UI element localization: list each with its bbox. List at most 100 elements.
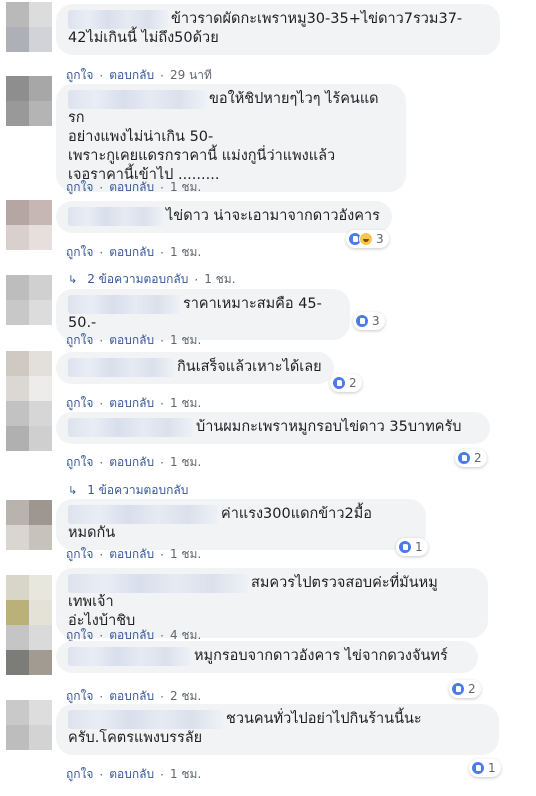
comment-text: หมูกรอบจากดาวอังคาร ไข่จากดวงจันทร์: [194, 648, 448, 664]
commenter-name[interactable]: [68, 207, 163, 226]
separator: ·: [99, 68, 104, 83]
comment-bubble: บ้านผมกะเพราหมูกรอบไข่ดาว 35บาทครับ: [56, 412, 490, 444]
reaction-count[interactable]: 1: [396, 538, 428, 556]
avatar[interactable]: [6, 76, 52, 126]
comment-actions: ถูกใจ · ตอบกลับ · 1 ชม.: [66, 331, 201, 350]
reaction-number: 3: [376, 232, 384, 246]
avatar[interactable]: [6, 2, 52, 52]
like-link[interactable]: ถูกใจ: [66, 453, 93, 472]
like-reaction-icon: [355, 314, 369, 328]
comment-bubble: หมูกรอบจากดาวอังคาร ไข่จากดวงจันทร์: [56, 641, 478, 673]
comment-actions: ถูกใจ · ตอบกลับ · 1 ชม.: [66, 545, 201, 564]
reaction-count[interactable]: 2: [449, 680, 481, 698]
like-link[interactable]: ถูกใจ: [66, 178, 93, 197]
commenter-name[interactable]: [68, 574, 248, 593]
separator: ·: [160, 689, 164, 704]
avatar[interactable]: [6, 351, 52, 401]
separator: ·: [99, 396, 104, 411]
reply-link[interactable]: ตอบกลับ: [109, 178, 154, 197]
comment-bubble: ค่าแรง300แดกข้าว2มื้อหมดกัน: [56, 499, 426, 550]
reply-link[interactable]: ตอบกลับ: [109, 243, 154, 262]
comment-thread: ข้าวราดผัดกะเพราหมู30-35+ไข่ดาว7รวม37- 4…: [0, 0, 536, 796]
comment-actions: ถูกใจ · ตอบกลับ · 1 ชม.: [66, 765, 201, 784]
replies-count-label[interactable]: 2 ข้อความตอบกลับ: [87, 270, 188, 289]
separator: ·: [160, 333, 164, 348]
like-reaction-icon: [457, 451, 471, 465]
avatar[interactable]: [6, 575, 52, 625]
reaction-number: 2: [349, 376, 357, 390]
avatar[interactable]: [6, 500, 52, 550]
commenter-name[interactable]: [68, 647, 191, 666]
separator: ·: [160, 455, 164, 470]
reply-link[interactable]: ตอบกลับ: [109, 66, 154, 85]
separator: ·: [160, 180, 164, 195]
commenter-name[interactable]: [68, 90, 206, 109]
commenter-name[interactable]: [68, 418, 193, 437]
commenter-name[interactable]: [68, 505, 218, 524]
haha-reaction-icon: [359, 232, 373, 246]
reply-link[interactable]: ตอบกลับ: [109, 453, 154, 472]
separator: ·: [194, 272, 199, 287]
separator: ·: [99, 689, 104, 704]
like-link[interactable]: ถูกใจ: [66, 394, 93, 413]
reaction-number: 2: [468, 682, 476, 696]
like-link[interactable]: ถูกใจ: [66, 243, 93, 262]
comment-timestamp: 1 ชม.: [169, 767, 202, 781]
comment-timestamp: 1 ชม.: [169, 180, 202, 194]
avatar[interactable]: [6, 401, 52, 451]
comment-timestamp: 29 นาที: [169, 68, 212, 82]
like-link[interactable]: ถูกใจ: [66, 545, 93, 564]
reply-arrow-icon: ↳: [68, 273, 78, 286]
separator: ·: [99, 767, 104, 782]
like-link[interactable]: ถูกใจ: [66, 66, 93, 85]
like-reaction-icon: [398, 540, 412, 554]
reaction-count[interactable]: 3: [353, 312, 385, 330]
reply-link[interactable]: ตอบกลับ: [109, 394, 154, 413]
comment-bubble: ชวนคนทั่วไปอย่าไปกินร้านนี้นะ ครับ.โคตรแ…: [56, 704, 499, 755]
reply-link[interactable]: ตอบกลับ: [109, 331, 154, 350]
comment-bubble: ไข่ดาว น่าจะเอามาจากดาวอังคาร: [56, 201, 392, 233]
comment-timestamp: 1 ชม.: [169, 396, 202, 410]
comment-timestamp: 1 ชม.: [169, 333, 202, 347]
comment-bubble: กินเสร็จแล้วเหาะได้เลย: [56, 352, 334, 384]
view-replies-link[interactable]: ↳ 2 ข้อความตอบกลับ · 1 ชม.: [68, 270, 236, 289]
reaction-count[interactable]: 2: [455, 449, 487, 467]
separator: ·: [99, 245, 104, 260]
reaction-number: 3: [372, 314, 380, 328]
separator: ·: [160, 547, 164, 562]
reaction-number: 1: [415, 540, 423, 554]
separator: ·: [99, 455, 104, 470]
avatar[interactable]: [6, 200, 52, 250]
reaction-count[interactable]: 1: [469, 759, 501, 777]
commenter-name[interactable]: [68, 710, 223, 729]
commenter-name[interactable]: [68, 358, 174, 377]
avatar[interactable]: [6, 700, 52, 750]
avatar[interactable]: [6, 625, 52, 675]
separator: ·: [99, 547, 104, 562]
reaction-number: 1: [488, 761, 496, 775]
comment-timestamp: 1 ชม.: [169, 455, 202, 469]
reply-link[interactable]: ตอบกลับ: [109, 765, 154, 784]
replies-timestamp: 1 ชม.: [204, 272, 236, 286]
comment-actions: ถูกใจ · ตอบกลับ · 1 ชม.: [66, 243, 201, 262]
replies-count-label[interactable]: 1 ข้อความตอบกลับ: [87, 481, 188, 500]
separator: ·: [99, 180, 104, 195]
like-link[interactable]: ถูกใจ: [66, 765, 93, 784]
comment-text: บ้านผมกะเพราหมูกรอบไข่ดาว 35บาทครับ: [196, 419, 462, 435]
like-reaction-icon: [332, 376, 346, 390]
comment-timestamp: 1 ชม.: [169, 547, 202, 561]
view-replies-link[interactable]: ↳ 1 ข้อความตอบกลับ: [68, 481, 188, 500]
reaction-count[interactable]: 3: [346, 230, 389, 248]
commenter-name[interactable]: [68, 10, 168, 29]
comment-timestamp: 1 ชม.: [169, 245, 202, 259]
avatar[interactable]: [6, 275, 52, 325]
reply-link[interactable]: ตอบกลับ: [109, 545, 154, 564]
reaction-count[interactable]: 2: [330, 374, 362, 392]
comment-actions: ถูกใจ · ตอบกลับ · 29 นาที: [66, 66, 212, 85]
reply-arrow-icon: ↳: [68, 484, 78, 497]
comment-text: ไข่ดาว น่าจะเอามาจากดาวอังคาร: [166, 208, 380, 224]
commenter-name[interactable]: [68, 295, 180, 314]
like-reaction-icon: [471, 761, 485, 775]
like-link[interactable]: ถูกใจ: [66, 331, 93, 350]
comment-bubble: ขอให้ชิปหายๆไวๆ ไร้คนแดรก อย่างแพงไม่น่า…: [56, 84, 406, 192]
